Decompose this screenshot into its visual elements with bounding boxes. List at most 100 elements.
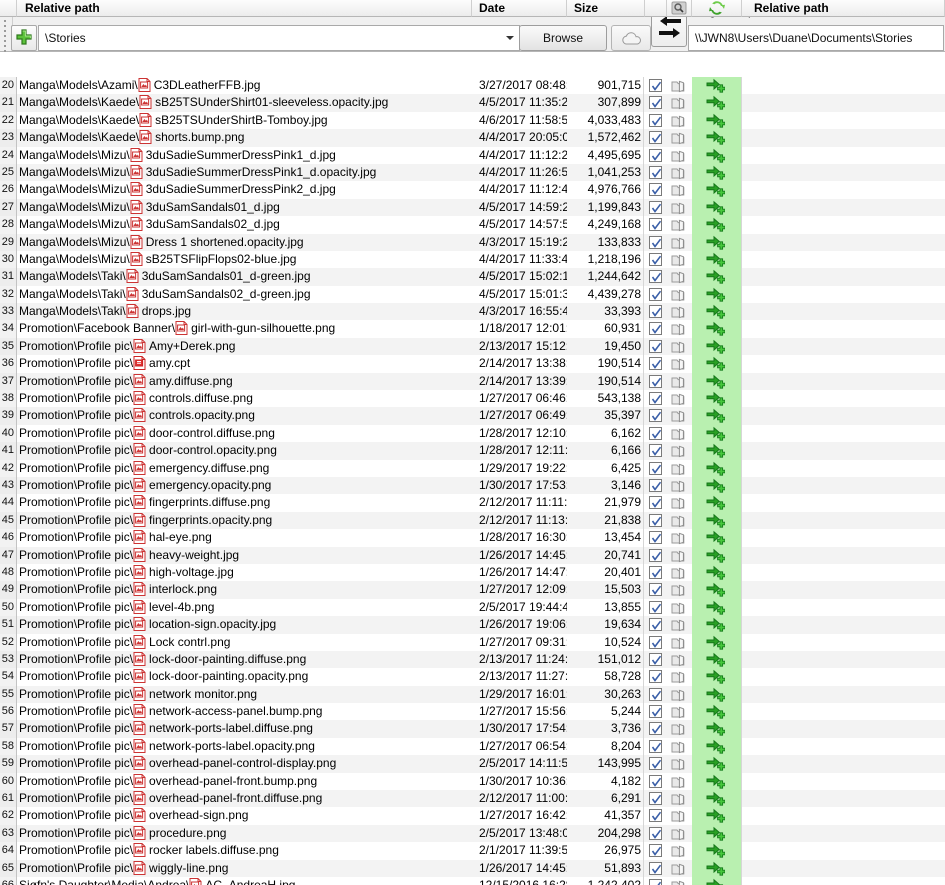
folder-compare-icon[interactable] <box>671 96 686 111</box>
row-checkbox-cell[interactable] <box>645 268 667 285</box>
column-header-date[interactable]: Date <box>472 0 567 18</box>
table-row[interactable]: 54 Promotion\Profile pic\ lock-door-painti… <box>0 668 945 686</box>
row-checkbox-cell[interactable] <box>645 807 667 824</box>
row-checkbox-cell[interactable] <box>645 181 667 198</box>
row-sync-action-cell[interactable] <box>692 511 742 530</box>
copy-to-right-green-arrow-icon[interactable] <box>706 130 726 146</box>
row-checkbox-cell[interactable] <box>645 547 667 564</box>
row-folder-cell[interactable] <box>667 164 692 181</box>
row-sync-action-cell[interactable] <box>692 198 742 217</box>
row-sync-action-cell[interactable] <box>692 494 742 512</box>
row-checkbox-cell[interactable] <box>645 147 667 164</box>
row-checkbox-cell[interactable] <box>645 877 667 885</box>
row-checkbox-cell[interactable] <box>645 477 667 494</box>
row-sync-action-cell[interactable] <box>692 476 742 495</box>
copy-to-right-green-arrow-icon[interactable] <box>706 426 726 442</box>
row-folder-cell[interactable] <box>667 460 692 477</box>
folder-compare-icon[interactable] <box>671 514 686 529</box>
row-folder-cell[interactable] <box>667 390 692 407</box>
table-row[interactable]: 25 Manga\Models\Mizu\ 3duSadieSummerDressP… <box>0 163 945 182</box>
folder-compare-icon[interactable] <box>671 340 686 355</box>
row-folder-cell[interactable] <box>667 338 692 355</box>
row-checkbox[interactable] <box>649 148 662 162</box>
copy-to-right-green-arrow-icon[interactable] <box>706 252 726 268</box>
row-checkbox[interactable] <box>649 513 662 527</box>
row-folder-cell[interactable] <box>667 216 692 233</box>
folder-compare-icon[interactable] <box>671 792 686 807</box>
row-folder-cell[interactable] <box>667 251 692 268</box>
browse-button[interactable]: Browse <box>519 25 607 51</box>
row-checkbox[interactable] <box>649 878 662 885</box>
table-row[interactable]: 40 Promotion\Profile pic\ door-control.dif… <box>0 424 945 443</box>
table-row[interactable]: 41 Promotion\Profile pic\ door-control.opa… <box>0 442 945 460</box>
row-checkbox[interactable] <box>649 618 662 632</box>
copy-to-right-green-arrow-icon[interactable] <box>706 652 726 668</box>
row-checkbox[interactable] <box>649 792 662 806</box>
row-checkbox-cell[interactable] <box>645 199 667 216</box>
row-checkbox-cell[interactable] <box>645 303 667 320</box>
table-row[interactable]: 34 Promotion\Facebook Banner\ girl-with-gu… <box>0 320 945 338</box>
folder-compare-icon[interactable] <box>671 409 686 424</box>
row-folder-cell[interactable] <box>667 547 692 564</box>
copy-to-right-green-arrow-icon[interactable] <box>706 687 726 703</box>
destination-path-field[interactable]: \\JWN8\Users\Duane\Documents\Stories <box>688 25 944 51</box>
row-checkbox-cell[interactable] <box>645 355 667 372</box>
row-folder-cell[interactable] <box>667 303 692 320</box>
row-checkbox[interactable] <box>649 652 662 666</box>
column-header-magnifier[interactable] <box>667 0 692 18</box>
copy-to-right-green-arrow-icon[interactable] <box>706 843 726 859</box>
row-checkbox[interactable] <box>649 183 662 197</box>
folder-compare-icon[interactable] <box>671 549 686 564</box>
column-header-relative-path[interactable]: Relative path <box>17 0 472 18</box>
folder-compare-icon[interactable] <box>671 479 686 494</box>
folder-compare-icon[interactable] <box>671 392 686 407</box>
folder-compare-icon[interactable] <box>671 79 686 94</box>
folder-compare-icon[interactable] <box>671 670 686 685</box>
table-row[interactable]: 44 Promotion\Profile pic\ fingerprints.dif… <box>0 494 945 512</box>
table-row[interactable]: 49 Promotion\Profile pic\ interlock.png 1/2… <box>0 581 945 599</box>
row-folder-cell[interactable] <box>667 738 692 755</box>
table-row[interactable]: 30 Manga\Models\Mizu\ sB25TSFlipFlops02-bl… <box>0 250 945 269</box>
row-sync-action-cell[interactable] <box>692 650 742 669</box>
row-checkbox-cell[interactable] <box>645 407 667 424</box>
row-checkbox-cell[interactable] <box>645 442 667 459</box>
row-checkbox-cell[interactable] <box>645 338 667 355</box>
row-sync-action-cell[interactable] <box>692 407 742 425</box>
table-row[interactable]: 35 Promotion\Profile pic\ Amy+Derek.png 2/1… <box>0 337 945 356</box>
copy-to-right-green-arrow-icon[interactable] <box>706 582 726 598</box>
row-folder-cell[interactable] <box>667 686 692 703</box>
row-sync-action-cell[interactable] <box>692 790 742 808</box>
copy-to-right-green-arrow-icon[interactable] <box>706 461 726 477</box>
row-folder-cell[interactable] <box>667 703 692 720</box>
column-header-relative-path-right[interactable]: Relative path <box>742 0 945 18</box>
table-row[interactable]: 55 Promotion\Profile pic\ network monitor.… <box>0 685 945 704</box>
row-checkbox-cell[interactable] <box>645 425 667 442</box>
table-row[interactable]: 53 Promotion\Profile pic\ lock-door-painti… <box>0 650 945 669</box>
row-checkbox[interactable] <box>649 670 662 684</box>
row-checkbox-cell[interactable] <box>645 651 667 668</box>
copy-to-right-green-arrow-icon[interactable] <box>706 356 726 372</box>
copy-to-right-green-arrow-icon[interactable] <box>706 565 726 581</box>
table-row[interactable]: 23 Manga\Models\Kaede\ shorts.bump.png 4/4/… <box>0 129 945 147</box>
copy-to-right-green-arrow-icon[interactable] <box>706 530 726 546</box>
row-checkbox[interactable] <box>649 165 662 179</box>
table-row[interactable]: 29 Manga\Models\Mizu\ Dress 1 shortened.op… <box>0 233 945 251</box>
row-folder-cell[interactable] <box>667 720 692 737</box>
table-row[interactable]: 50 Promotion\Profile pic\ level-4b.png 2/5/… <box>0 598 945 617</box>
row-sync-action-cell[interactable] <box>692 668 742 686</box>
table-row[interactable]: 33 Manga\Models\Taki\ drops.jpg 4/3/2017 16… <box>0 303 945 321</box>
row-checkbox[interactable] <box>649 757 662 771</box>
row-folder-cell[interactable] <box>667 755 692 772</box>
row-folder-cell[interactable] <box>667 234 692 251</box>
folder-compare-icon[interactable] <box>671 427 686 442</box>
row-checkbox-cell[interactable] <box>645 216 667 233</box>
table-row[interactable]: 21 Manga\Models\Kaede\ sB25TSUnderShirt01-… <box>0 94 945 112</box>
row-checkbox[interactable] <box>649 305 662 319</box>
copy-to-right-green-arrow-icon[interactable] <box>706 861 726 877</box>
add-folder-button[interactable] <box>11 25 37 51</box>
copy-to-right-green-arrow-icon[interactable] <box>706 826 726 842</box>
row-checkbox[interactable] <box>649 583 662 597</box>
row-checkbox-cell[interactable] <box>645 720 667 737</box>
row-sync-action-cell[interactable] <box>692 876 742 885</box>
copy-to-right-green-arrow-icon[interactable] <box>706 669 726 685</box>
